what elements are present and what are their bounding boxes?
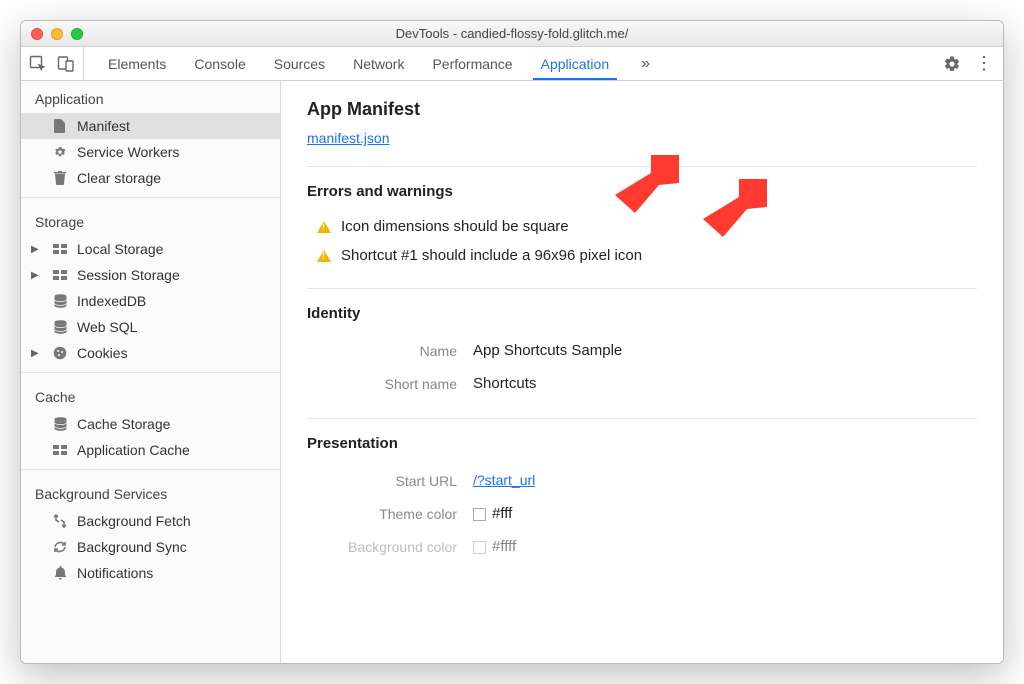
panel-tabs: Elements Console Sources Network Perform… [94,47,623,80]
sidebar-item-label: Cookies [77,345,128,361]
inspect-icon[interactable] [29,55,47,73]
sidebar-item-notifications[interactable]: ▶ Notifications [21,560,280,586]
annotation-arrow-icon [615,155,679,213]
sidebar-item-label: Application Cache [77,442,190,458]
errors-block: Errors and warnings Icon dimensions shou… [307,167,977,289]
sidebar-item-label: Manifest [77,118,130,134]
sidebar-item-label: Web SQL [77,319,137,335]
sidebar-group-bgservices: Background Services [21,476,280,508]
sidebar-item-application-cache[interactable]: ▶ Application Cache [21,437,280,463]
presentation-starturl-label: Start URL [307,473,473,489]
sidebar-item-manifest[interactable]: ▶ Manifest [21,113,280,139]
sidebar-item-clear-storage[interactable]: ▶ Clear storage [21,165,280,191]
more-tabs-button[interactable]: » [633,55,658,73]
table-icon [53,445,67,455]
page-title: App Manifest [307,99,977,120]
sidebar-group-storage: Storage [21,204,280,236]
fetch-icon [53,514,67,528]
sidebar-group-cache: Cache [21,379,280,411]
presentation-themecolor-value: #fff [473,505,512,522]
table-icon [53,270,67,280]
presentation-bgcolor-value: #ffff [473,538,516,555]
table-icon [53,244,67,254]
sidebar-item-local-storage[interactable]: ▶ Local Storage [21,236,280,262]
warning-icon [317,250,331,262]
manifest-link[interactable]: manifest.json [307,130,389,146]
sidebar-item-cache-storage[interactable]: ▶ Cache Storage [21,411,280,437]
presentation-starturl-row: Start URL /?start_url [307,464,977,497]
sidebar-item-label: Service Workers [77,144,179,160]
window-title: DevTools - candied-flossy-fold.glitch.me… [21,26,1003,41]
identity-name-value: App Shortcuts Sample [473,342,622,359]
tab-network[interactable]: Network [339,47,418,80]
database-icon [53,294,67,308]
sidebar-item-label: Cache Storage [77,416,170,432]
trash-icon [53,171,67,185]
sidebar-item-background-fetch[interactable]: ▶ Background Fetch [21,508,280,534]
presentation-block: Presentation Start URL /?start_url Theme… [307,419,977,581]
sync-icon [53,540,67,554]
device-toggle-icon[interactable] [57,55,75,73]
devtools-window: DevTools - candied-flossy-fold.glitch.me… [20,20,1004,664]
warning-text: Icon dimensions should be square [341,218,569,235]
tab-console[interactable]: Console [180,47,259,80]
sidebar-item-label: Local Storage [77,241,163,257]
sidebar-item-label: Notifications [77,565,153,581]
presentation-title: Presentation [307,435,977,452]
sidebar-item-background-sync[interactable]: ▶ Background Sync [21,534,280,560]
sidebar: Application ▶ Manifest ▶ Service Workers… [21,81,281,663]
tab-performance[interactable]: Performance [418,47,526,80]
bell-icon [53,566,67,580]
maximize-window-button[interactable] [71,28,83,40]
minimize-window-button[interactable] [51,28,63,40]
warning-text: Shortcut #1 should include a 96x96 pixel… [341,247,642,264]
main-panel: App Manifest manifest.json Errors and wa… [281,81,1003,663]
warning-row: Icon dimensions should be square [307,212,977,241]
warning-row: Shortcut #1 should include a 96x96 pixel… [307,241,977,270]
sidebar-item-indexeddb[interactable]: ▶ IndexedDB [21,288,280,314]
annotation-arrow-icon [703,179,767,237]
sidebar-item-service-workers[interactable]: ▶ Service Workers [21,139,280,165]
database-icon [53,417,67,431]
identity-shortname-row: Short name Shortcuts [307,367,977,400]
sidebar-item-session-storage[interactable]: ▶ Session Storage [21,262,280,288]
identity-block: Identity Name App Shortcuts Sample Short… [307,289,977,419]
identity-shortname-value: Shortcuts [473,375,536,392]
sidebar-item-label: Clear storage [77,170,161,186]
presentation-bgcolor-row: Background color #ffff [307,530,977,563]
devtools-toolbar: Elements Console Sources Network Perform… [21,47,1003,81]
titlebar: DevTools - candied-flossy-fold.glitch.me… [21,21,1003,47]
sidebar-item-cookies[interactable]: ▶ Cookies [21,340,280,366]
identity-name-row: Name App Shortcuts Sample [307,334,977,367]
warning-icon [317,221,331,233]
file-icon [53,119,67,133]
settings-gear-icon[interactable] [943,55,961,73]
tab-sources[interactable]: Sources [260,47,339,80]
sidebar-item-websql[interactable]: ▶ Web SQL [21,314,280,340]
color-swatch [473,508,486,521]
gear-icon [53,145,67,159]
identity-name-label: Name [307,343,473,359]
color-swatch [473,541,486,554]
start-url-link[interactable]: /?start_url [473,472,535,488]
cookie-icon [53,346,67,360]
database-icon [53,320,67,334]
sidebar-group-application: Application [21,81,280,113]
presentation-themecolor-row: Theme color #fff [307,497,977,530]
sidebar-item-label: Session Storage [77,267,180,283]
traffic-lights [31,28,83,40]
sidebar-item-label: IndexedDB [77,293,146,309]
sidebar-item-label: Background Fetch [77,513,191,529]
close-window-button[interactable] [31,28,43,40]
kebab-menu-icon[interactable]: ⋮ [975,53,989,74]
presentation-bgcolor-label: Background color [307,539,473,555]
identity-shortname-label: Short name [307,376,473,392]
identity-title: Identity [307,305,977,322]
tab-elements[interactable]: Elements [94,47,180,80]
sidebar-item-label: Background Sync [77,539,187,555]
tab-application[interactable]: Application [527,47,624,80]
presentation-themecolor-label: Theme color [307,506,473,522]
content-area: Application ▶ Manifest ▶ Service Workers… [21,81,1003,663]
